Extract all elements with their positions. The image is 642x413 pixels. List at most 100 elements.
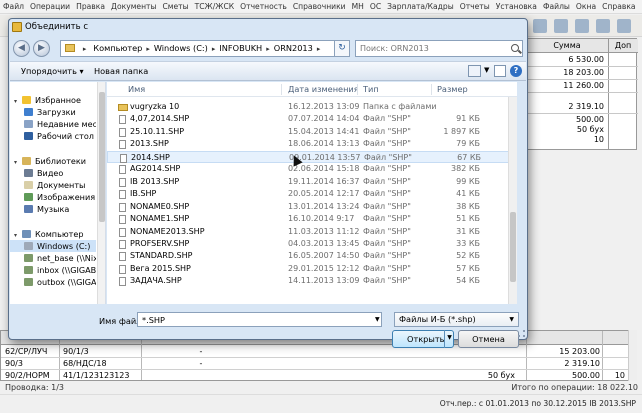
preview-pane-icon[interactable] — [494, 65, 506, 77]
nav-item[interactable]: Изображения — [10, 191, 96, 203]
nav-item[interactable]: Документы — [10, 179, 96, 191]
chevron-right-icon[interactable]: ▸ — [81, 42, 89, 56]
file-row[interactable]: Вега 2015.SHP 29.01.2015 12:12 Файл "SHP" 5… — [107, 263, 517, 275]
menu-item[interactable]: Операции — [27, 0, 73, 13]
chevron-down-icon[interactable]: ▼ — [509, 313, 514, 326]
file-row[interactable]: IB 2013.SHP 19.11.2014 16:37 Файл "SHP" 99 … — [107, 176, 517, 188]
computer-icon — [22, 230, 31, 238]
back-button[interactable]: ◀ — [13, 40, 30, 57]
file-row[interactable]: ЗАДАЧА.SHP 14.11.2013 13:09 Файл "SHP" 54 К… — [107, 275, 517, 287]
nav-item[interactable]: net_base (\\Nixor — [10, 252, 96, 264]
breadcrumb-segment[interactable]: ORN2013 — [272, 41, 315, 56]
file-name: AG2014.SHP — [130, 164, 181, 174]
menu-item[interactable]: Окна — [573, 0, 599, 13]
toolbar-tool-icon[interactable] — [617, 19, 631, 33]
resize-grip-icon[interactable] — [518, 330, 525, 337]
file-row[interactable]: 25.10.11.SHP 15.04.2013 14:41 Файл "SHP" 1 … — [107, 126, 517, 138]
scroll-thumb[interactable] — [99, 92, 105, 222]
search-box[interactable] — [355, 40, 523, 57]
menu-item[interactable]: ОС — [367, 0, 384, 13]
file-row[interactable]: vugryzka 10 16.12.2013 13:09 Папка с файла… — [107, 101, 517, 113]
nav-item[interactable]: Недавние места — [10, 118, 96, 130]
chevron-right-icon[interactable]: ▸ — [315, 42, 323, 56]
address-bar[interactable]: ▸ Компьютер ▸ Windows (C:) ▸ INFOBUKH ▸ ORN201… — [60, 40, 335, 57]
forward-button[interactable]: ▶ — [33, 40, 50, 57]
column-name[interactable]: Имя — [128, 82, 145, 97]
nav-item-label: Windows (C:) — [37, 241, 91, 251]
help-icon[interactable]: ? — [510, 65, 522, 77]
menu-item[interactable]: Файл — [0, 0, 27, 13]
menu-item[interactable]: Документы — [108, 0, 159, 13]
file-row[interactable]: IB.SHP 20.05.2014 12:17 Файл "SHP" 41 КБ — [107, 188, 517, 200]
file-name: 2014.SHP — [131, 152, 170, 162]
menu-item[interactable]: Справка — [599, 0, 638, 13]
nav-item[interactable]: Видео — [10, 167, 96, 179]
chevron-down-icon[interactable]: ▼ — [484, 66, 489, 74]
expand-arrow-icon[interactable]: ▾ — [14, 96, 22, 106]
toolbar-tool-icon[interactable] — [533, 19, 547, 33]
menu-item[interactable]: МН — [349, 0, 367, 13]
file-row[interactable]: PROFSERV.SHP 04.03.2013 13:45 Файл "SHP" 33… — [107, 238, 517, 250]
expand-arrow-icon[interactable]: ▾ — [14, 157, 22, 167]
new-folder-button[interactable]: Новая папка — [94, 65, 148, 78]
file-date: 16.10.2014 9:17 — [288, 214, 355, 224]
column-date[interactable]: Дата изменения — [288, 82, 359, 97]
filetype-select[interactable]: Файлы И-Б (*.shp) ▼ — [394, 312, 519, 327]
postings-scrollbar[interactable] — [628, 330, 637, 381]
file-row[interactable]: NONAME2013.SHP 11.03.2013 11:12 Файл "SHP"… — [107, 226, 517, 238]
nav-item[interactable]: outbox (\\GIGABY — [10, 276, 96, 288]
file-row[interactable]: STANDARD.SHP 16.05.2007 14:50 Файл "SHP" 52… — [107, 250, 517, 262]
nav-item[interactable]: Рабочий стол — [10, 130, 96, 142]
nav-item[interactable]: inbox (\\GIGABY — [10, 264, 96, 276]
cancel-button[interactable]: Отмена — [458, 330, 519, 348]
toolbar-tool-icon[interactable] — [554, 19, 568, 33]
file-row[interactable]: NONAME1.SHP 16.10.2014 9:17 Файл "SHP" 51 К… — [107, 213, 517, 225]
chevron-right-icon[interactable]: ▸ — [210, 42, 218, 56]
menu-item[interactable]: Зарплата/Кадры — [384, 0, 457, 13]
footer-period: Отч.пер.: с 01.01.2013 по 30.12.2015 IB … — [439, 399, 636, 408]
breadcrumb-segment[interactable]: Windows (C:) — [152, 41, 210, 56]
scroll-thumb[interactable] — [510, 212, 516, 282]
filename-input[interactable] — [137, 312, 382, 327]
toolbar-tool-icon[interactable] — [575, 19, 589, 33]
expand-arrow-icon[interactable]: ▾ — [14, 230, 22, 240]
file-row[interactable]: 4,07,2014.SHP 07.07.2014 14:04 Файл "SHP" 9… — [107, 113, 517, 125]
file-row[interactable]: NONAME0.SHP 13.01.2014 13:24 Файл "SHP" 38 … — [107, 201, 517, 213]
views-icon[interactable] — [468, 65, 481, 77]
nav-item[interactable]: ▾ Библиотеки — [10, 155, 96, 167]
search-icon[interactable] — [511, 44, 519, 52]
chevron-down-icon[interactable]: ▼ — [375, 316, 380, 323]
column-size[interactable]: Размер — [437, 82, 468, 97]
nav-item[interactable]: ▾ Избранное — [10, 94, 96, 106]
dialog-titlebar[interactable]: Объединить с — [9, 19, 527, 35]
posting-cell-debit: 90/2/НОРМ — [5, 371, 50, 380]
open-options-chevron-down-icon[interactable]: ▼ — [444, 330, 454, 348]
chevron-right-icon[interactable]: ▸ — [144, 42, 152, 56]
menu-item[interactable]: Правка — [73, 0, 108, 13]
file-list-scrollbar[interactable] — [508, 97, 517, 304]
folder-icon — [65, 44, 75, 52]
refresh-button[interactable]: ↻ — [335, 40, 350, 57]
nav-item[interactable]: ▾ Компьютер — [10, 228, 96, 240]
nav-item[interactable]: Загрузки — [10, 106, 96, 118]
nav-item[interactable]: Windows (C:) — [10, 240, 96, 252]
breadcrumb-segment[interactable]: Компьютер — [91, 41, 144, 56]
menu-item[interactable]: Отчетность — [237, 0, 290, 13]
search-input[interactable] — [356, 41, 506, 56]
chevron-right-icon[interactable]: ▸ — [264, 42, 272, 56]
breadcrumb-segment[interactable]: INFOBUKH — [217, 41, 264, 56]
file-row[interactable]: 2013.SHP 18.06.2014 13:13 Файл "SHP" 79 КБ — [107, 138, 517, 150]
navigation-scrollbar[interactable] — [97, 82, 105, 304]
menu-item[interactable]: Справочники — [290, 0, 349, 13]
menu-item[interactable]: ТСЖ/ЖСК — [192, 0, 238, 13]
menu-item[interactable]: Установка — [493, 0, 540, 13]
organize-button[interactable]: Упорядочить ▾ — [21, 65, 84, 78]
file-row[interactable]: 2014.SHP 09.01.2014 13:57 Файл "SHP" 67 КБ — [107, 150, 517, 164]
file-row[interactable]: AG2014.SHP 02.06.2014 15:18 Файл "SHP" 382 … — [107, 163, 517, 175]
toolbar-tool-icon[interactable] — [596, 19, 610, 33]
menu-item[interactable]: Отчеты — [457, 0, 493, 13]
menu-item[interactable]: Сметы — [159, 0, 191, 13]
nav-item[interactable]: Музыка — [10, 203, 96, 215]
menu-item[interactable]: Файлы — [540, 0, 573, 13]
column-type[interactable]: Тип — [363, 82, 379, 97]
